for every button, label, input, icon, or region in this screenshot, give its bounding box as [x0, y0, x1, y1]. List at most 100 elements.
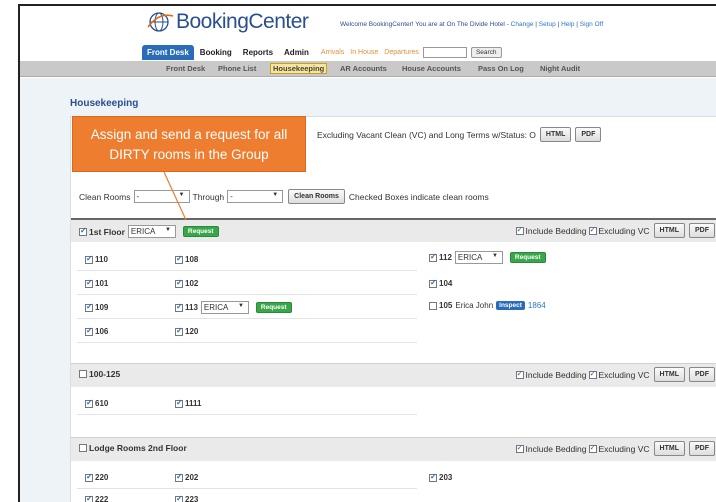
reservation-link[interactable]: 1864 [528, 301, 546, 310]
arrivals-link[interactable]: Arrivals [321, 49, 344, 56]
room-checkbox[interactable] [175, 494, 183, 502]
include-bedding-checkbox[interactable] [515, 443, 524, 453]
room-item: 120 [175, 326, 198, 336]
clean-from-select[interactable]: - ▼ [133, 190, 190, 203]
room-checkbox[interactable] [85, 472, 93, 482]
room-checkbox[interactable] [429, 301, 437, 310]
html-button[interactable]: HTML [653, 367, 685, 382]
help-link[interactable]: Help [561, 21, 574, 28]
room-item: 610 [85, 398, 108, 408]
html-button[interactable]: HTML [653, 441, 685, 456]
subnav-housekeeping[interactable]: Housekeeping [270, 63, 328, 74]
group-header: Lodge Rooms 2nd Floor Include Bedding Ex… [71, 437, 716, 461]
excluding-vc-checkbox[interactable] [588, 443, 597, 453]
room-item: 102 [175, 278, 198, 288]
include-bedding-checkbox[interactable] [515, 225, 524, 235]
room-item: 223 [175, 494, 198, 502]
logo[interactable]: BookingCenter [146, 10, 309, 34]
room-item: 109 [85, 302, 108, 312]
room-checkbox[interactable] [85, 326, 93, 336]
pdf-button[interactable]: PDF [689, 223, 715, 238]
room-checkbox[interactable] [429, 472, 437, 482]
group-checkbox[interactable] [79, 444, 87, 452]
chevron-down-icon: ▼ [178, 192, 185, 198]
room-item: 222 [85, 494, 108, 502]
annotation-callout: Assign and send a request for all DIRTY … [72, 116, 306, 172]
logo-text: BookingCenter [176, 10, 309, 33]
html-button[interactable]: HTML [653, 223, 685, 238]
room-checkbox[interactable] [175, 302, 183, 312]
clean-rooms-button[interactable]: Clean Rooms [288, 189, 345, 204]
in-house-link[interactable]: In House [350, 49, 378, 56]
chevron-down-icon: ▼ [491, 253, 498, 259]
room-checkbox[interactable] [85, 494, 93, 502]
clean-to-select[interactable]: - ▼ [227, 190, 284, 203]
main-nav: Front Desk Booking Reports Admin Arrival… [142, 43, 502, 61]
inspect-button[interactable]: Inspect [496, 301, 525, 310]
tab-front-desk[interactable]: Front Desk [142, 44, 194, 60]
page-title: Housekeeping [70, 98, 139, 109]
room-request-button[interactable]: Request [255, 302, 292, 313]
group-checkbox[interactable] [79, 370, 87, 378]
chevron-down-icon: ▼ [272, 192, 279, 198]
subnav-night-audit[interactable]: Night Audit [540, 64, 580, 73]
room-checkbox[interactable] [175, 254, 183, 264]
group-request-button[interactable]: Request [182, 226, 219, 237]
pdf-button[interactable]: PDF [689, 441, 715, 456]
room-item: 110 [85, 254, 108, 264]
divider [77, 488, 417, 489]
subnav-phone-list[interactable]: Phone List [218, 64, 256, 73]
subnav-pass-on-log[interactable]: Pass On Log [478, 64, 524, 73]
room-checkbox[interactable] [85, 278, 93, 288]
globe-logo-icon [147, 12, 174, 32]
subnav-house-accounts[interactable]: House Accounts [402, 64, 461, 73]
divider [77, 342, 417, 343]
browser-frame: BookingCenter Welcome BookingCenter! You… [18, 4, 716, 502]
room-assignee-select[interactable]: ERICA ▼ [200, 301, 249, 314]
tab-reports[interactable]: Reports [238, 45, 278, 60]
housekeeping-panel: Excluding Vacant Clean (VC) and Long Ter… [70, 116, 716, 502]
pdf-button[interactable]: PDF [689, 367, 715, 382]
group-assignee-select[interactable]: ERICA ▼ [127, 225, 176, 238]
subnav-front-desk[interactable]: Front Desk [166, 64, 205, 73]
clean-rooms-row: Clean Rooms - ▼ Through - ▼ Clean Rooms Ch… [79, 189, 489, 204]
app-header: BookingCenter Welcome BookingCenter! You… [20, 6, 716, 66]
room-checkbox[interactable] [85, 398, 93, 408]
room-item: 112 ERICA▼ Request [429, 251, 546, 264]
chevron-down-icon: ▼ [237, 303, 244, 309]
tab-booking[interactable]: Booking [195, 45, 237, 60]
divider [77, 270, 417, 271]
excluding-vc-checkbox[interactable] [588, 369, 597, 379]
room-checkbox[interactable] [429, 278, 437, 288]
room-item: 104 [429, 278, 452, 288]
pdf-button[interactable]: PDF [575, 127, 602, 142]
departures-link[interactable]: Departures [384, 49, 419, 56]
room-item: 105 Erica John Inspect 1864 [429, 301, 546, 310]
room-checkbox[interactable] [85, 302, 93, 312]
sign-off-link[interactable]: Sign Off [580, 21, 603, 28]
search-button[interactable]: Search [470, 46, 502, 58]
room-checkbox[interactable] [175, 398, 183, 408]
change-link[interactable]: Change [511, 21, 534, 28]
room-item: 203 [429, 472, 452, 482]
excluding-vc-checkbox[interactable] [588, 225, 597, 235]
room-checkbox[interactable] [175, 472, 183, 482]
room-item: 220 [85, 472, 108, 482]
room-checkbox[interactable] [175, 326, 183, 336]
tab-admin[interactable]: Admin [279, 45, 314, 60]
room-request-button[interactable]: Request [509, 252, 546, 263]
search-input[interactable] [422, 46, 467, 58]
html-button[interactable]: HTML [539, 127, 572, 142]
room-checkbox[interactable] [85, 254, 93, 264]
room-checkbox[interactable] [175, 278, 183, 288]
subnav-ar-accounts[interactable]: AR Accounts [340, 64, 387, 73]
welcome-bar: Welcome BookingCenter! You are at On The… [340, 21, 604, 28]
group-header: 1st Floor ERICA▼ Request Include Bedding… [71, 218, 716, 242]
group-checkbox[interactable] [79, 226, 87, 236]
room-assignee-select[interactable]: ERICA ▼ [454, 251, 503, 264]
setup-link[interactable]: Setup [539, 21, 556, 28]
include-bedding-checkbox[interactable] [515, 369, 524, 379]
sub-nav: Front Desk Phone List Housekeeping AR Ac… [20, 61, 716, 77]
room-checkbox[interactable] [429, 252, 437, 262]
filter-line: Excluding Vacant Clean (VC) and Long Ter… [317, 127, 602, 142]
